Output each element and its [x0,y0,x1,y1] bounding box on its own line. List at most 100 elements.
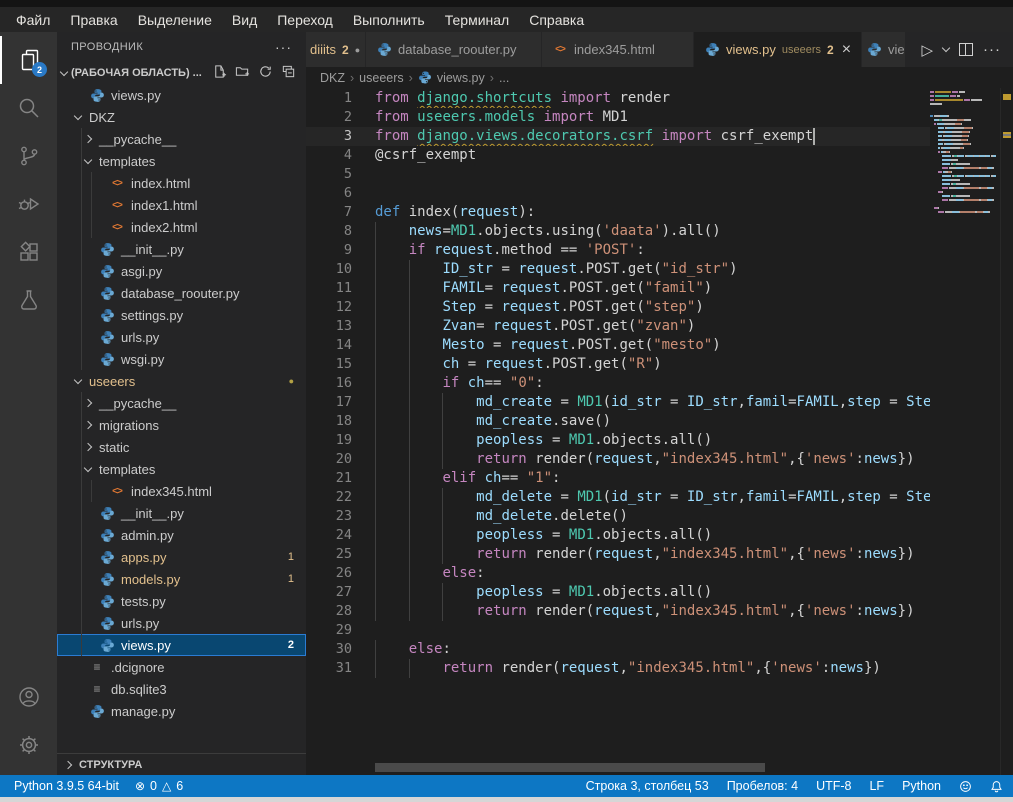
tree-item-admin.py[interactable]: admin.py [57,524,306,546]
new-file-button[interactable] [212,64,227,82]
tree-item-migrations[interactable]: migrations [57,414,306,436]
tree-item-urls.py[interactable]: urls.py [57,326,306,348]
editor-more-actions-button[interactable]: ··· [983,41,1001,58]
code-line-10: 10 ID_str = request.POST.get("id_str") [306,260,930,279]
breadcrumb-item-DKZ[interactable]: DKZ [320,71,345,85]
explorer-more-actions-button[interactable]: ··· [275,39,292,55]
tab-diiits[interactable]: diiits2● [306,32,366,67]
tree-item-tests.py[interactable]: tests.py [57,590,306,612]
menu-item-Файл[interactable]: Файл [6,10,60,30]
tree-item-__pycache__[interactable]: __pycache__ [57,128,306,150]
code-editor[interactable]: 1from django.shortcuts import render2fro… [306,88,1013,775]
tree-item-views.py[interactable]: views.py [57,84,306,106]
tree-item-__init__.py[interactable]: __init__.py [57,238,306,260]
encoding-status[interactable]: UTF-8 [816,779,851,793]
activity-extensions-icon[interactable] [0,228,57,276]
refresh-button[interactable] [258,64,273,82]
new-folder-button[interactable] [235,64,250,82]
tree-item-asgi.py[interactable]: asgi.py [57,260,306,282]
notifications-bell-icon[interactable] [990,780,1003,793]
activity-account-icon[interactable] [0,673,57,721]
tree-item-__init__.py[interactable]: __init__.py [57,502,306,524]
tree-item-label: templates [99,462,155,477]
tree-item-index1.html[interactable]: <>index1.html [57,194,306,216]
line-content: if ch== "0": [352,374,930,393]
tree-indent-guide [91,216,92,238]
run-python-file-button[interactable]: ▷ [921,41,933,59]
indentation-status[interactable]: Пробелов: 4 [727,779,798,793]
collapse-all-button[interactable] [281,64,296,82]
language-mode-status[interactable]: Python [902,779,941,793]
menu-item-Переход[interactable]: Переход [267,10,343,30]
activity-explorer-icon[interactable]: 2 [0,36,57,84]
tree-item-__pycache__[interactable]: __pycache__ [57,392,306,414]
tree-item-index345.html[interactable]: <>index345.html [57,480,306,502]
breadcrumb-item-useeers[interactable]: useeers [359,71,403,85]
tree-item-useeers[interactable]: useeers● [57,370,306,392]
menu-item-Вид[interactable]: Вид [222,10,267,30]
activity-search-icon[interactable] [0,84,57,132]
tree-item-apps.py[interactable]: apps.py1 [57,546,306,568]
workspace-section-header[interactable]: (РАБОЧАЯ ОБЛАСТЬ) ... [57,62,306,84]
activity-testing-icon[interactable] [0,276,57,324]
tree-indent-guide [81,216,82,238]
tree-item-index.html[interactable]: <>index.html [57,172,306,194]
problems-status[interactable]: ⊗ 0 △ 6 [135,779,183,793]
split-editor-button[interactable] [959,43,973,56]
indent-guide [442,602,443,621]
horizontal-scrollbar[interactable] [375,763,765,772]
minimap[interactable] [930,91,1000,775]
menu-item-Выделение[interactable]: Выделение [128,10,222,30]
line-number: 22 [306,488,352,507]
tree-item-templates[interactable]: templates [57,150,306,172]
warning-icon: △ [162,779,171,793]
breadcrumb-item-views.py[interactable]: views.py [437,71,485,85]
tree-item-DKZ[interactable]: DKZ [57,106,306,128]
tree-item-index2.html[interactable]: <>index2.html [57,216,306,238]
tree-item-static[interactable]: static [57,436,306,458]
menu-item-Выполнить[interactable]: Выполнить [343,10,435,30]
tab-vie[interactable]: vie [862,32,906,67]
tab-index345.html[interactable]: <>index345.html [542,32,694,67]
feedback-icon[interactable] [959,780,972,793]
cursor-position-status[interactable]: Строка 3, столбец 53 [586,779,709,793]
tree-item-templates[interactable]: templates [57,458,306,480]
activity-run-debug-icon[interactable] [0,180,57,228]
tab-database_roouter.py[interactable]: database_roouter.py [366,32,542,67]
menu-item-Терминал[interactable]: Терминал [435,10,519,30]
menu-item-Правка[interactable]: Правка [60,10,127,30]
tree-item-label: index345.html [131,484,212,499]
menu-item-Справка[interactable]: Справка [519,10,594,30]
python-file-icon [99,505,115,521]
indent-guide [375,298,376,317]
line-number: 19 [306,431,352,450]
minimap-line [930,187,1000,189]
tree-item-db.sqlite3[interactable]: ≡db.sqlite3 [57,678,306,700]
tree-item-models.py[interactable]: models.py1 [57,568,306,590]
tree-item-manage.py[interactable]: manage.py [57,700,306,722]
python-interpreter-status[interactable]: Python 3.9.5 64-bit [14,779,119,793]
outline-section-header[interactable]: СТРУКТУРА [57,753,306,775]
tree-item-database_roouter.py[interactable]: database_roouter.py [57,282,306,304]
minimap-line [930,115,1000,117]
chevron-down-icon [74,111,82,119]
tree-item-settings.py[interactable]: settings.py [57,304,306,326]
code-line-22: 22 md_delete = MD1(id_str = ID_str,famil… [306,488,930,507]
activity-source-control-icon[interactable] [0,132,57,180]
tab-close-icon[interactable]: × [842,42,851,58]
line-number: 7 [306,203,352,222]
tree-item-urls.py[interactable]: urls.py [57,612,306,634]
code-line-26: 26 else: [306,564,930,583]
tree-item-.dcignore[interactable]: ≡.dcignore [57,656,306,678]
tree-item-label: asgi.py [121,264,162,279]
tab-views.py[interactable]: views.pyuseeers2× [694,32,862,67]
tree-item-label: db.sqlite3 [111,682,167,697]
eol-status[interactable]: LF [869,779,884,793]
cursor-mark [1003,134,1011,136]
code-line-9: 9 if request.method == 'POST': [306,241,930,260]
activity-settings-icon[interactable] [0,721,57,769]
breadcrumb-item-...[interactable]: ... [499,71,509,85]
tree-item-wsgi.py[interactable]: wsgi.py [57,348,306,370]
tree-item-views.py[interactable]: views.py2 [57,634,306,656]
run-dropdown-icon[interactable] [942,44,950,52]
